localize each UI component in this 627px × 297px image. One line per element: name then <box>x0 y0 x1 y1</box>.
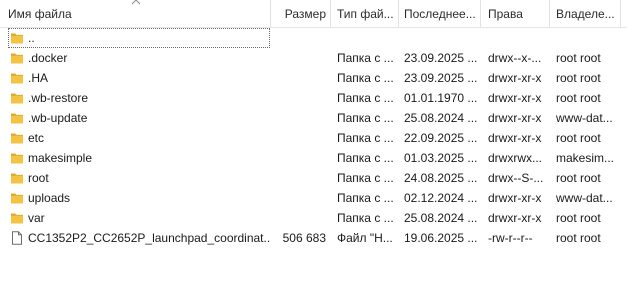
file-size <box>273 48 326 68</box>
file-size <box>273 68 326 88</box>
file-owner: root root <box>556 131 601 145</box>
last-modified: 23.09.2025 ... <box>404 71 478 85</box>
file-type: Папка с ... <box>337 71 394 85</box>
last-modified: 01.01.1970 ... <box>404 91 478 105</box>
file-owner: www-dat... <box>556 111 613 125</box>
file-size <box>273 128 326 148</box>
file-size <box>273 148 326 168</box>
file-name: .HA <box>28 71 49 85</box>
folder-row[interactable]: .wb-restore Папка с ... 01.01.1970 ... drwx… <box>0 88 627 108</box>
column-divider[interactable] <box>549 0 550 27</box>
file-name: .docker <box>28 51 68 65</box>
file-type: Папка с ... <box>337 191 394 205</box>
last-modified: 24.08.2025 ... <box>404 171 478 185</box>
file-owner: root root <box>556 71 601 85</box>
column-header-permissions[interactable]: Права <box>488 0 548 27</box>
parent-directory-row[interactable]: .. <box>0 28 627 48</box>
last-modified: 25.08.2024 ... <box>404 111 478 125</box>
folder-row[interactable]: makesimple Папка с ... 01.03.2025 ... drwxr… <box>0 148 627 168</box>
file-permissions: drwx--S-... <box>488 171 544 185</box>
file-permissions: drwx--x-... <box>488 51 542 65</box>
file-size: 506 683 <box>282 231 326 245</box>
file-type: Папка с ... <box>337 211 394 225</box>
column-header-owner[interactable]: Владеле... <box>556 0 620 27</box>
file-row[interactable]: CC1352P2_CC2652P_launchpad_coordinat... 5… <box>0 228 627 248</box>
remote-file-list[interactable]: Имя файла Размер Тип фай... Последнее...… <box>0 0 627 297</box>
file-type: Файл "H... <box>337 231 393 245</box>
folder-row[interactable]: .docker Папка с ... 23.09.2025 ... drwx--x-… <box>0 48 627 68</box>
column-divider[interactable] <box>330 0 331 27</box>
column-header-modified[interactable]: Последнее... <box>404 0 478 27</box>
file-type: Папка с ... <box>337 51 394 65</box>
file-name: var <box>28 211 45 225</box>
file-type: Папка с ... <box>337 171 394 185</box>
file-owner: root root <box>556 231 601 245</box>
file-owner: www-dat... <box>556 191 613 205</box>
file-name: .wb-update <box>28 111 88 125</box>
last-modified: 02.12.2024 ... <box>404 191 478 205</box>
file-name: .wb-restore <box>28 91 89 105</box>
file-permissions: -rw-r--r-- <box>488 231 533 245</box>
file-name: .. <box>8 28 270 48</box>
file-owner: root root <box>556 171 601 185</box>
last-modified: 22.09.2025 ... <box>404 131 478 145</box>
last-modified: 23.09.2025 ... <box>404 51 478 65</box>
file-name: makesimple <box>28 151 93 165</box>
folder-row[interactable]: .wb-update Папка с ... 25.08.2024 ... drwxr… <box>0 108 627 128</box>
file-type: Папка с ... <box>337 131 394 145</box>
column-header-type[interactable]: Тип фай... <box>337 0 397 27</box>
file-size <box>273 208 326 228</box>
file-permissions: drwxr-xr-x <box>488 111 542 125</box>
file-name: root <box>28 171 49 185</box>
file-permissions: drwxr-xr-x <box>488 131 542 145</box>
file-owner: root root <box>556 211 601 225</box>
column-header-name[interactable]: Имя файла <box>8 0 264 27</box>
file-type: Папка с ... <box>337 91 394 105</box>
last-modified: 25.08.2024 ... <box>404 211 478 225</box>
file-name: uploads <box>28 191 71 205</box>
file-permissions: drwxr-xr-x <box>488 211 542 225</box>
file-name: CC1352P2_CC2652P_launchpad_coordinat... <box>28 231 270 245</box>
column-divider[interactable] <box>620 0 621 27</box>
file-owner: root root <box>556 51 601 65</box>
file-permissions <box>488 28 551 48</box>
file-size <box>273 188 326 208</box>
column-divider[interactable] <box>480 0 481 27</box>
file-rows: .. .docker Папка с ... 23.09.2025 ... drwx--… <box>0 28 627 248</box>
folder-row[interactable]: root Папка с ... 24.08.2025 ... drwx--S-...… <box>0 168 627 188</box>
file-owner: root root <box>556 91 601 105</box>
file-type: Папка с ... <box>337 151 394 165</box>
file-permissions: drwxr-xr-x <box>488 71 542 85</box>
folder-row[interactable]: var Папка с ... 25.08.2024 ... drwxr-xr-x ro… <box>0 208 627 228</box>
file-permissions: drwxrwx... <box>488 151 542 165</box>
file-size <box>273 88 326 108</box>
file-permissions: drwxr-xr-x <box>488 91 542 105</box>
last-modified: 01.03.2025 ... <box>404 151 478 165</box>
column-divider[interactable] <box>398 0 399 27</box>
file-owner: makesim... <box>556 151 615 165</box>
file-type <box>337 28 397 48</box>
column-divider[interactable] <box>270 0 271 27</box>
file-type: Папка с ... <box>337 111 394 125</box>
column-header-bar: Имя файла Размер Тип фай... Последнее...… <box>0 0 627 28</box>
file-size <box>273 28 326 48</box>
file-owner <box>556 28 618 48</box>
folder-row[interactable]: etc Папка с ... 22.09.2025 ... drwxr-xr-x ro… <box>0 128 627 148</box>
column-header-size[interactable]: Размер <box>273 0 326 27</box>
folder-row[interactable]: .HA Папка с ... 23.09.2025 ... drwxr-xr-x ro… <box>0 68 627 88</box>
folder-row[interactable]: uploads Папка с ... 02.12.2024 ... drwxr-xr… <box>0 188 627 208</box>
file-permissions: drwxr-xr-x <box>488 191 542 205</box>
file-name: etc <box>28 131 45 145</box>
last-modified <box>404 28 478 48</box>
last-modified: 19.06.2025 ... <box>404 231 478 245</box>
file-size <box>273 108 326 128</box>
file-size <box>273 168 326 188</box>
